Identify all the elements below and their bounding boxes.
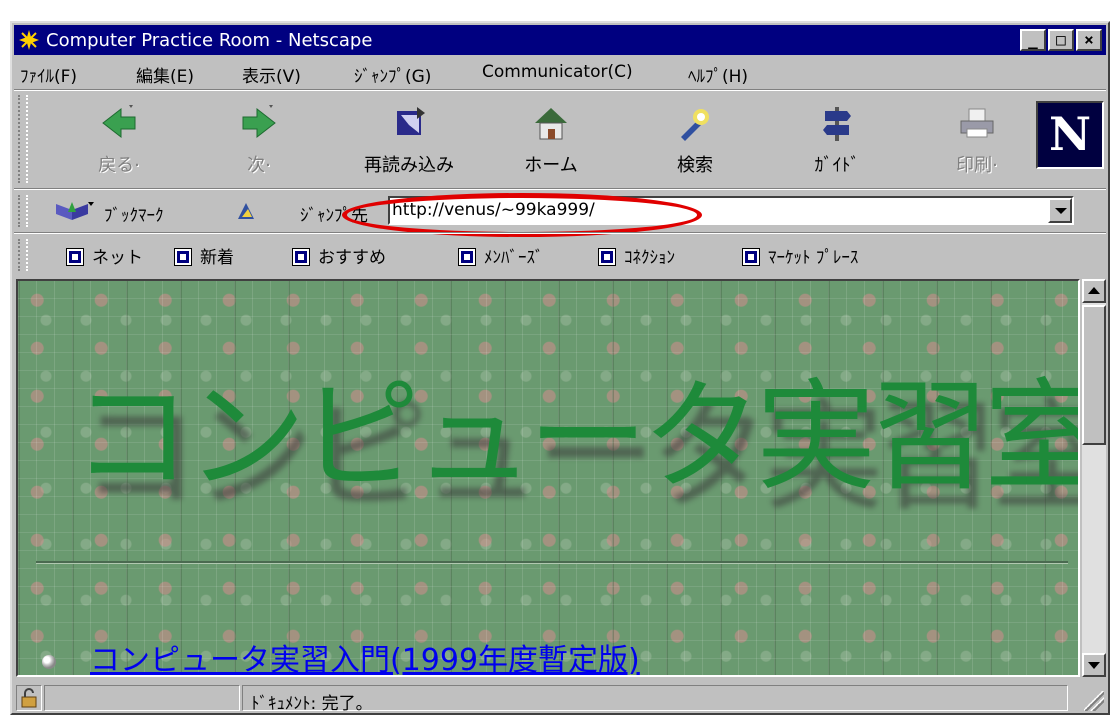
netscape-app-icon <box>18 29 40 51</box>
personal-item-label: ｺﾈｸｼｮﾝ <box>624 248 675 268</box>
personal-item-new[interactable]: 新着 <box>174 243 234 268</box>
forward-button[interactable]: 次· <box>204 91 314 187</box>
personal-item-label: 新着 <box>200 248 234 268</box>
home-icon <box>535 108 567 140</box>
horizontal-rule <box>36 561 1068 564</box>
guide-label: ｶﾞｲﾄﾞ <box>814 155 860 176</box>
page-headline: コンピュータ実習室 <box>72 368 1080 507</box>
bookmarks-button[interactable]: ﾌﾞｯｸﾏｰｸ <box>104 201 164 226</box>
personal-item-recommended[interactable]: おすすめ <box>292 243 386 268</box>
netscape-link-icon <box>292 248 310 266</box>
back-label: 戻る· <box>98 155 140 176</box>
personal-item-label: ﾏｰｹｯﾄ ﾌﾟﾚｰｽ <box>768 248 859 268</box>
page-proxy-icon[interactable] <box>234 199 258 223</box>
netscape-logo-letter: N <box>1048 107 1092 161</box>
security-lock-icon <box>21 688 37 708</box>
menu-go[interactable]: ｼﾞｬﾝﾌﾟ(G) <box>354 62 431 87</box>
personal-toolbar: ネット 新着 おすすめ ﾒﾝﾊﾞｰｽﾞ ｺﾈｸｼｮﾝ ﾏｰｹｯﾄ ﾌﾟﾚｰｽ <box>14 235 1106 275</box>
personal-item-connections[interactable]: ｺﾈｸｼｮﾝ <box>598 243 675 268</box>
search-button[interactable]: 検索 <box>640 91 750 187</box>
menu-view[interactable]: 表示(V) <box>242 62 301 87</box>
window-title: Computer Practice Room - Netscape <box>46 30 373 51</box>
minimize-button[interactable]: _ <box>1020 29 1046 51</box>
search-flashlight-icon <box>681 109 709 141</box>
maximize-button[interactable]: □ <box>1048 29 1074 51</box>
navigation-toolbar: 戻る· 次· 再読み込み ホーム 検索 ｶﾞｲﾄﾞ 印刷· N <box>14 91 1106 187</box>
printer-icon <box>960 108 994 138</box>
toolbar-grip[interactable] <box>18 95 28 183</box>
print-label: 印刷· <box>956 155 998 176</box>
browser-window: Computer Practice Room - Netscape _ □ × … <box>10 21 1110 715</box>
menu-edit[interactable]: 編集(E) <box>136 62 194 87</box>
netscape-link-icon <box>742 248 760 266</box>
url-history-dropdown[interactable] <box>1048 198 1072 223</box>
status-text-cell: ﾄﾞｷｭﾒﾝﾄ: 完了。 <box>242 685 1068 714</box>
search-label: 検索 <box>677 155 713 176</box>
reload-label: 再読み込み <box>364 155 454 176</box>
netscape-link-icon <box>66 248 84 266</box>
toolbar-separator <box>14 188 1106 190</box>
personal-item-marketplace[interactable]: ﾏｰｹｯﾄ ﾌﾟﾚｰｽ <box>742 243 858 268</box>
reload-icon <box>397 107 425 135</box>
home-label: ホーム <box>524 155 578 176</box>
netscape-link-icon <box>174 248 192 266</box>
security-cell[interactable] <box>16 685 42 711</box>
personal-item-net[interactable]: ネット <box>66 243 143 268</box>
location-toolbar: ﾌﾞｯｸﾏｰｸ ｼﾞｬﾝﾌﾟ先 <box>14 191 1106 237</box>
title-bar[interactable]: Computer Practice Room - Netscape _ □ × <box>14 25 1106 55</box>
vertical-scrollbar[interactable] <box>1082 279 1106 677</box>
menu-communicator[interactable]: Communicator(C) <box>482 62 633 82</box>
scroll-up-button[interactable] <box>1082 279 1106 303</box>
print-button[interactable]: 印刷· <box>922 91 1032 187</box>
status-text: ﾄﾞｷｭﾒﾝﾄ: 完了。 <box>251 694 373 714</box>
forward-arrow-icon <box>242 105 276 139</box>
netscape-logo[interactable]: N <box>1036 101 1104 169</box>
home-button[interactable]: ホーム <box>496 91 606 187</box>
personal-grip[interactable] <box>18 239 28 271</box>
menu-file[interactable]: ﾌｧｲﾙ(F) <box>20 62 77 87</box>
close-button[interactable]: × <box>1076 29 1102 51</box>
personal-item-label: ﾒﾝﾊﾞｰｽﾞ <box>484 248 544 268</box>
url-highlight-annotation <box>342 193 702 237</box>
personal-item-label: ネット <box>92 248 143 268</box>
location-separator <box>14 232 1106 234</box>
menu-bar: ﾌｧｲﾙ(F) 編集(E) 表示(V) ｼﾞｬﾝﾌﾟ(G) Communicat… <box>14 58 1106 88</box>
status-bar: ﾄﾞｷｭﾒﾝﾄ: 完了。 <box>14 683 1106 714</box>
bullet-icon <box>42 655 56 669</box>
intro-link[interactable]: コンピュータ実習入門(1999年度暫定版) <box>90 635 640 675</box>
menu-help[interactable]: ﾍﾙﾌﾟ(H) <box>688 62 748 87</box>
reload-button[interactable]: 再読み込み <box>354 91 464 187</box>
forward-label: 次· <box>247 155 271 176</box>
scroll-thumb[interactable] <box>1082 305 1106 445</box>
back-arrow-icon <box>102 105 136 139</box>
location-grip[interactable] <box>18 195 28 227</box>
back-button[interactable]: 戻る· <box>64 91 174 187</box>
resize-grip[interactable] <box>1084 691 1104 711</box>
guide-button[interactable]: ｶﾞｲﾄﾞ <box>782 91 892 187</box>
personal-item-label: おすすめ <box>318 248 386 268</box>
netscape-link-icon <box>458 248 476 266</box>
netscape-link-icon <box>598 248 616 266</box>
personal-item-members[interactable]: ﾒﾝﾊﾞｰｽﾞ <box>458 243 544 268</box>
progress-cell <box>44 685 240 711</box>
bookmarks-icon <box>56 202 94 220</box>
page-content[interactable]: コンピュータ実習室 コンピュータ実習室 コンピュータ実習入門(1999年度暫定版… <box>16 279 1080 677</box>
scroll-down-button[interactable] <box>1082 653 1106 677</box>
guide-signpost-icon <box>823 107 851 141</box>
